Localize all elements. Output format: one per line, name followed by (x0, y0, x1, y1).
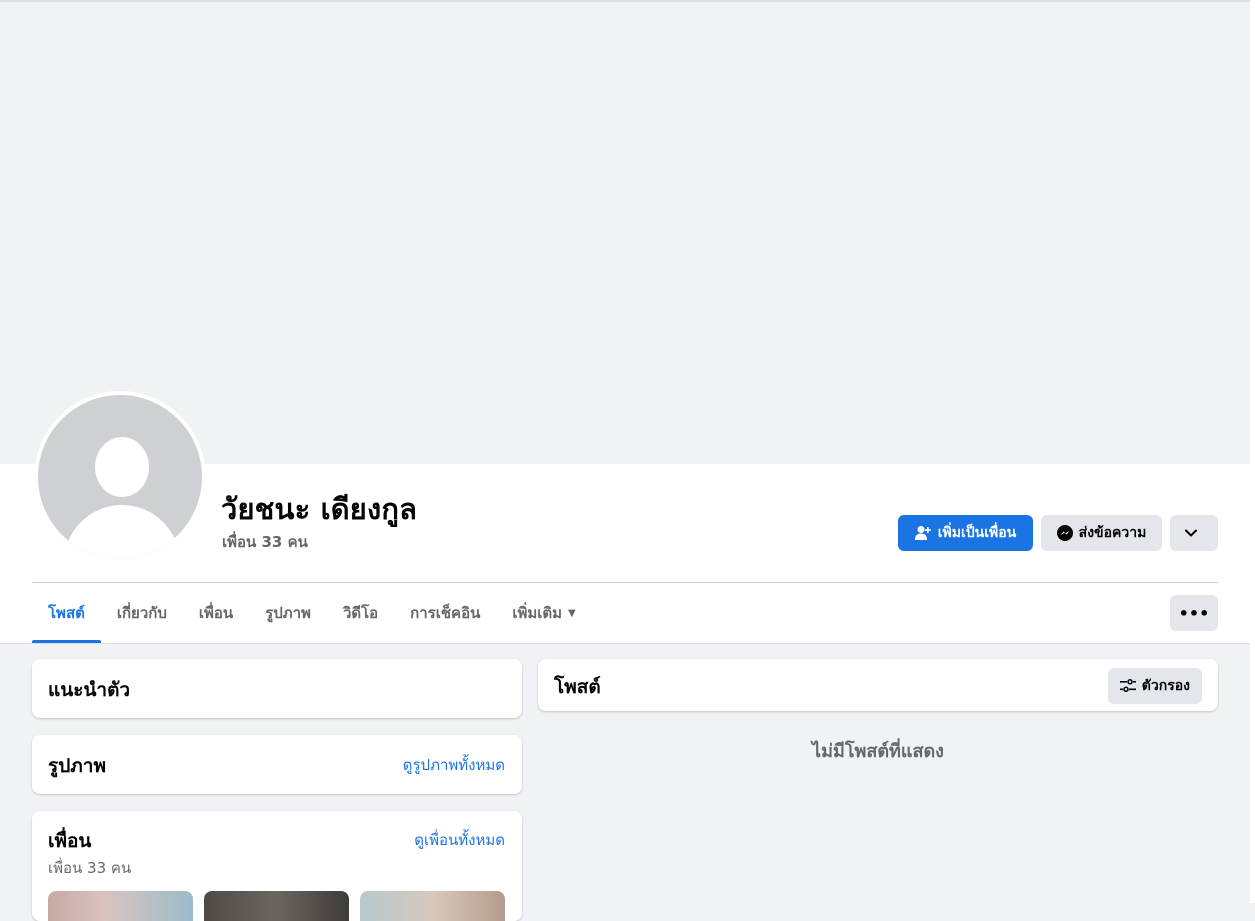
default-avatar-icon (38, 395, 202, 559)
message-button[interactable]: ส่งข้อความ (1041, 515, 1162, 551)
friends-title[interactable]: เพื่อน (48, 826, 91, 856)
tab-checkins[interactable]: การเช็คอิน (394, 583, 496, 643)
see-all-photos-link[interactable]: ดูรูปภาพทั้งหมด (403, 753, 505, 777)
photos-card: รูปภาพ ดูรูปภาพทั้งหมด (32, 735, 522, 794)
add-friend-button[interactable]: เพิ่มเป็นเพื่อน (898, 515, 1033, 551)
intro-card: แนะนำตัว (32, 659, 522, 718)
friend-thumbnail[interactable] (204, 891, 349, 921)
cover-photo[interactable] (0, 2, 1250, 464)
caret-down-icon: ▼ (568, 607, 576, 619)
message-label: ส่งข้อความ (1078, 525, 1147, 541)
intro-title: แนะนำตัว (48, 679, 131, 701)
filter-button[interactable]: ตัวกรอง (1107, 668, 1202, 704)
chevron-down-icon (1185, 529, 1197, 537)
profile-tabs: โพสต์ เกี่ยวกับ เพื่อน รูปภาพ วิดีโอ การ… (32, 583, 592, 643)
add-friend-icon (914, 526, 931, 540)
empty-posts-message: ไม่มีโพสต์ที่แสดง (812, 741, 944, 762)
add-friend-label: เพิ่มเป็นเพื่อน (937, 525, 1017, 541)
profile-options-button[interactable] (1170, 515, 1218, 551)
filter-label: ตัวกรอง (1141, 678, 1190, 694)
ellipsis-icon: ••• (1178, 603, 1210, 623)
filter-icon (1119, 679, 1136, 693)
tab-more[interactable]: เพิ่มเติม ▼ (496, 583, 591, 643)
tab-posts[interactable]: โพสต์ (32, 583, 101, 643)
tab-friends[interactable]: เพื่อน (183, 583, 249, 643)
friend-thumbnails (48, 891, 505, 921)
messenger-icon (1056, 525, 1073, 541)
more-options-button[interactable]: ••• (1170, 595, 1218, 631)
friend-thumbnail[interactable] (360, 891, 505, 921)
tab-videos[interactable]: วิดีโอ (327, 583, 394, 643)
profile-friend-count[interactable]: เพื่อน 33 คน (222, 530, 308, 554)
posts-title: โพสต์ (554, 676, 601, 698)
posts-card: โพสต์ ตัวกรอง (538, 659, 1218, 711)
profile-avatar[interactable] (34, 391, 206, 563)
tab-about[interactable]: เกี่ยวกับ (101, 583, 183, 643)
scrollbar-track[interactable] (1250, 0, 1255, 903)
friends-card: เพื่อน ดูเพื่อนทั้งหมด เพื่อน 33 คน (32, 811, 522, 921)
tab-photos[interactable]: รูปภาพ (249, 583, 327, 643)
photos-title[interactable]: รูปภาพ (48, 751, 106, 781)
friend-thumbnail[interactable] (48, 891, 193, 921)
see-all-friends-link[interactable]: ดูเพื่อนทั้งหมด (414, 828, 505, 852)
friends-count: เพื่อน 33 คน (48, 859, 132, 877)
profile-name: วัยชนะ เดียงกูล (221, 492, 418, 526)
